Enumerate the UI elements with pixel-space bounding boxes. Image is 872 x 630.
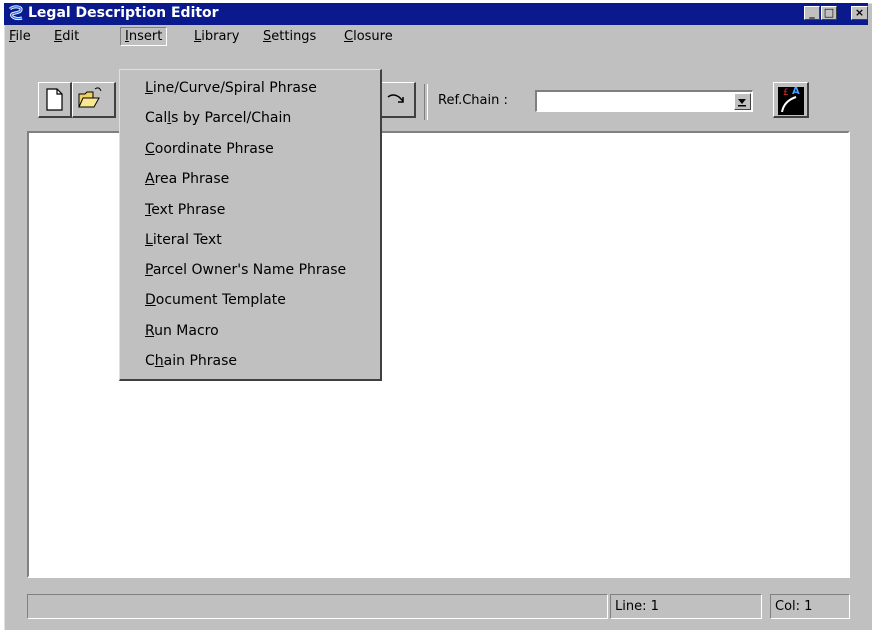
menu-closure[interactable]: Closure bbox=[340, 28, 397, 45]
title-bar[interactable]: Legal Description Editor _ □ × bbox=[4, 3, 868, 25]
new-document-button[interactable] bbox=[38, 82, 72, 118]
toolbar-separator bbox=[424, 84, 428, 120]
ref-chain-label: Ref.Chain : bbox=[438, 93, 508, 108]
open-folder-button[interactable] bbox=[72, 82, 116, 118]
status-line: Line: 1 bbox=[610, 594, 762, 619]
menu-settings[interactable]: Settings bbox=[259, 28, 320, 45]
menu-item-line-curve-spiral-phrase[interactable]: Line/Curve/Spiral Phrase bbox=[145, 80, 317, 96]
open-folder-icon bbox=[78, 87, 102, 108]
menu-item-literal-text[interactable]: Literal Text bbox=[145, 232, 222, 248]
menu-edit[interactable]: Edit bbox=[50, 28, 83, 45]
chain-tool-button[interactable]: £ A bbox=[773, 82, 809, 118]
menu-item-parcel-owners-name-phrase[interactable]: Parcel Owner's Name Phrase bbox=[145, 262, 346, 278]
dropdown-arrow-button[interactable] bbox=[734, 93, 751, 110]
svg-text:A: A bbox=[792, 86, 800, 97]
chevron-down-icon bbox=[738, 99, 746, 107]
menu-item-chain-phrase[interactable]: Chain Phrase bbox=[145, 353, 237, 369]
new-document-icon bbox=[46, 88, 63, 111]
menu-item-text-phrase[interactable]: Text Phrase bbox=[145, 202, 225, 218]
run-button[interactable] bbox=[380, 82, 416, 118]
menu-item-document-template[interactable]: Document Template bbox=[145, 292, 286, 308]
menu-bar: File Edit Insert Library Settings Closur… bbox=[4, 25, 868, 47]
menu-item-coordinate-phrase[interactable]: Coordinate Phrase bbox=[145, 141, 274, 157]
menu-item-calls-by-parcel-chain[interactable]: Calls by Parcel/Chain bbox=[145, 110, 291, 126]
curve-arrow-icon bbox=[387, 94, 404, 103]
maximize-button[interactable]: □ bbox=[821, 6, 837, 20]
menu-library[interactable]: Library bbox=[190, 28, 243, 45]
svg-text:£: £ bbox=[783, 88, 789, 98]
status-col: Col: 1 bbox=[770, 594, 850, 619]
menu-file[interactable]: File bbox=[5, 28, 35, 45]
insert-menu-dropdown: Line/Curve/Spiral Phrase Calls by Parcel… bbox=[119, 69, 382, 381]
menu-item-run-macro[interactable]: Run Macro bbox=[145, 323, 219, 339]
menu-item-area-phrase[interactable]: Area Phrase bbox=[145, 171, 229, 187]
chain-curve-icon: £ A bbox=[778, 86, 804, 115]
app-logo-icon bbox=[8, 5, 23, 20]
minimize-button[interactable]: _ bbox=[804, 6, 820, 20]
close-button[interactable]: × bbox=[851, 6, 868, 20]
menu-insert[interactable]: Insert bbox=[120, 27, 168, 46]
status-message bbox=[27, 594, 608, 619]
ref-chain-select[interactable] bbox=[535, 90, 753, 112]
window-title: Legal Description Editor bbox=[28, 5, 219, 21]
